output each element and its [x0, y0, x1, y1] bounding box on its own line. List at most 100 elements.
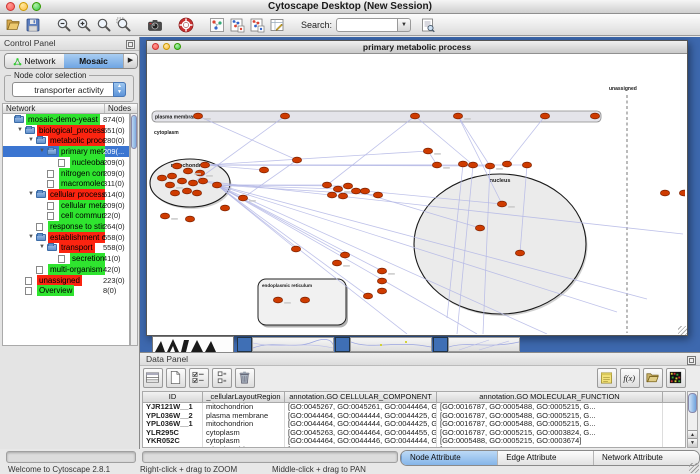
tree-row[interactable]: Overview8(0): [3, 285, 129, 296]
graph-node[interactable]: [410, 113, 419, 119]
graph-node[interactable]: [220, 205, 229, 211]
graph-node[interactable]: [177, 178, 186, 184]
graph-node[interactable]: [423, 148, 432, 154]
graph-node[interactable]: [377, 268, 386, 274]
tree-row[interactable]: macromolecule311(0): [3, 178, 129, 189]
graph-node[interactable]: [540, 113, 549, 119]
table-row[interactable]: YKR052Ccytoplasm[GO:0044464, GO:0044446,…: [143, 437, 685, 446]
tree-scrollbar[interactable]: [130, 114, 138, 346]
graph-node[interactable]: [280, 113, 289, 119]
graph-node[interactable]: [679, 190, 685, 196]
background-window-icon[interactable]: [335, 337, 350, 352]
column-header[interactable]: annotation.GO CELLULAR_COMPONENT: [285, 392, 437, 402]
camera-icon[interactable]: [146, 15, 166, 35]
window-resize-grip[interactable]: [678, 326, 687, 335]
tree-row[interactable]: cell communicat22(0): [3, 210, 129, 221]
graph-node[interactable]: [165, 182, 174, 188]
float-panel-icon[interactable]: [126, 40, 135, 49]
tree-row[interactable]: ▼transport558(0): [3, 242, 129, 253]
tree-row[interactable]: ▼primary metabo209(...: [3, 146, 129, 157]
graph-node[interactable]: [351, 188, 360, 194]
graph-node[interactable]: [363, 293, 372, 299]
background-window-icon[interactable]: [433, 337, 448, 352]
graph-node[interactable]: [338, 193, 347, 199]
advanced-search-icon[interactable]: [419, 15, 439, 35]
tab-network[interactable]: Network: [5, 54, 64, 68]
search-input[interactable]: [336, 18, 398, 32]
graph-node[interactable]: [200, 162, 209, 168]
expander-icon[interactable]: ▼: [28, 232, 34, 243]
zoom-region-icon[interactable]: [115, 15, 135, 35]
graph-node[interactable]: [502, 161, 511, 167]
graph-node[interactable]: [377, 278, 386, 284]
graph-node[interactable]: [497, 201, 506, 207]
attribute-editor-icon[interactable]: [597, 368, 617, 388]
tree-row[interactable]: response to stimulu264(0): [3, 221, 129, 232]
app-resize-grip[interactable]: [689, 463, 699, 473]
network-view[interactable]: plasma membranecytoplasmmitochondrionnuc…: [147, 54, 687, 335]
graph-node[interactable]: [322, 182, 331, 188]
zoom-out-icon[interactable]: [55, 15, 75, 35]
graph-node[interactable]: [167, 173, 176, 179]
open-icon[interactable]: [4, 15, 24, 35]
network-paste-icon[interactable]: [248, 15, 268, 35]
graph-node[interactable]: [192, 190, 201, 196]
network-copy-icon[interactable]: [228, 15, 248, 35]
network-window-titlebar[interactable]: primary metabolic process: [147, 41, 687, 54]
graph-node[interactable]: [273, 297, 282, 303]
expander-icon[interactable]: ▼: [17, 125, 23, 136]
tree-col-nodes[interactable]: Nodes: [105, 104, 137, 113]
tree-row[interactable]: nitrogen compo209(0): [3, 168, 129, 179]
graph-node[interactable]: [360, 188, 369, 194]
graph-node[interactable]: [212, 182, 221, 188]
tree-row[interactable]: multi-organism pro42(0): [3, 264, 129, 275]
graph-node[interactable]: [522, 162, 531, 168]
graph-node[interactable]: [185, 216, 194, 222]
graph-node[interactable]: [373, 192, 382, 198]
graph-node[interactable]: [238, 195, 247, 201]
select-attributes-icon[interactable]: [189, 368, 209, 388]
dropdown-stepper-icon[interactable]: ▲▼: [113, 82, 126, 97]
graph-node[interactable]: [198, 178, 207, 184]
graph-node[interactable]: [432, 162, 441, 168]
graph-node[interactable]: [292, 157, 301, 163]
graph-node[interactable]: [468, 162, 477, 168]
background-window-icon[interactable]: [237, 337, 252, 352]
graph-node[interactable]: [377, 288, 386, 294]
create-attribute-icon[interactable]: [166, 368, 186, 388]
graph-node[interactable]: [193, 113, 202, 119]
attribute-matrix-icon[interactable]: [666, 368, 686, 388]
colored-nodes-icon[interactable]: [208, 15, 228, 35]
tree-row[interactable]: mosaic-demo-yeast874(0): [3, 114, 129, 125]
network-canvas[interactable]: plasma membranecytoplasmmitochondrionnuc…: [147, 54, 685, 334]
graph-node[interactable]: [291, 246, 300, 252]
graph-node[interactable]: [182, 188, 191, 194]
graph-node[interactable]: [332, 260, 341, 266]
graph-node[interactable]: [485, 163, 494, 169]
tab-edge-attribute-browser[interactable]: Edge Attribute Browser: [497, 451, 593, 465]
scroll-down-icon[interactable]: ▼: [688, 438, 697, 447]
graph-node[interactable]: [475, 225, 484, 231]
graph-node[interactable]: [259, 167, 268, 173]
float-panel-icon[interactable]: [687, 356, 696, 365]
function-builder-icon[interactable]: f(x): [620, 368, 640, 388]
graph-node[interactable]: [170, 190, 179, 196]
tab-node-attribute-browser[interactable]: Node Attribute Browser: [401, 451, 497, 465]
attribute-select-icon[interactable]: [143, 368, 163, 388]
search-dropdown-arrow-icon[interactable]: ▼: [398, 18, 411, 32]
table-scrollbar[interactable]: ▲ ▼: [687, 391, 698, 448]
graph-node[interactable]: [660, 190, 669, 196]
delete-attribute-icon[interactable]: [235, 368, 255, 388]
tab-mosaic[interactable]: Mosaic: [64, 54, 123, 68]
grid-edit-icon[interactable]: [268, 15, 288, 35]
tree-row[interactable]: ▼metabolic process280(0): [3, 135, 129, 146]
expander-icon[interactable]: ▼: [28, 135, 34, 146]
tree-row[interactable]: ▼biological_process651(0): [3, 125, 129, 136]
attribute-pair-icon[interactable]: [212, 368, 232, 388]
graph-node[interactable]: [453, 113, 462, 119]
graph-node[interactable]: [333, 186, 342, 192]
save-icon[interactable]: [24, 15, 44, 35]
column-header[interactable]: ID: [143, 392, 203, 402]
table-row[interactable]: YDR039C__1mitochondrion[GO:0044464, GO:0…: [143, 446, 685, 449]
graph-node[interactable]: [157, 175, 166, 181]
